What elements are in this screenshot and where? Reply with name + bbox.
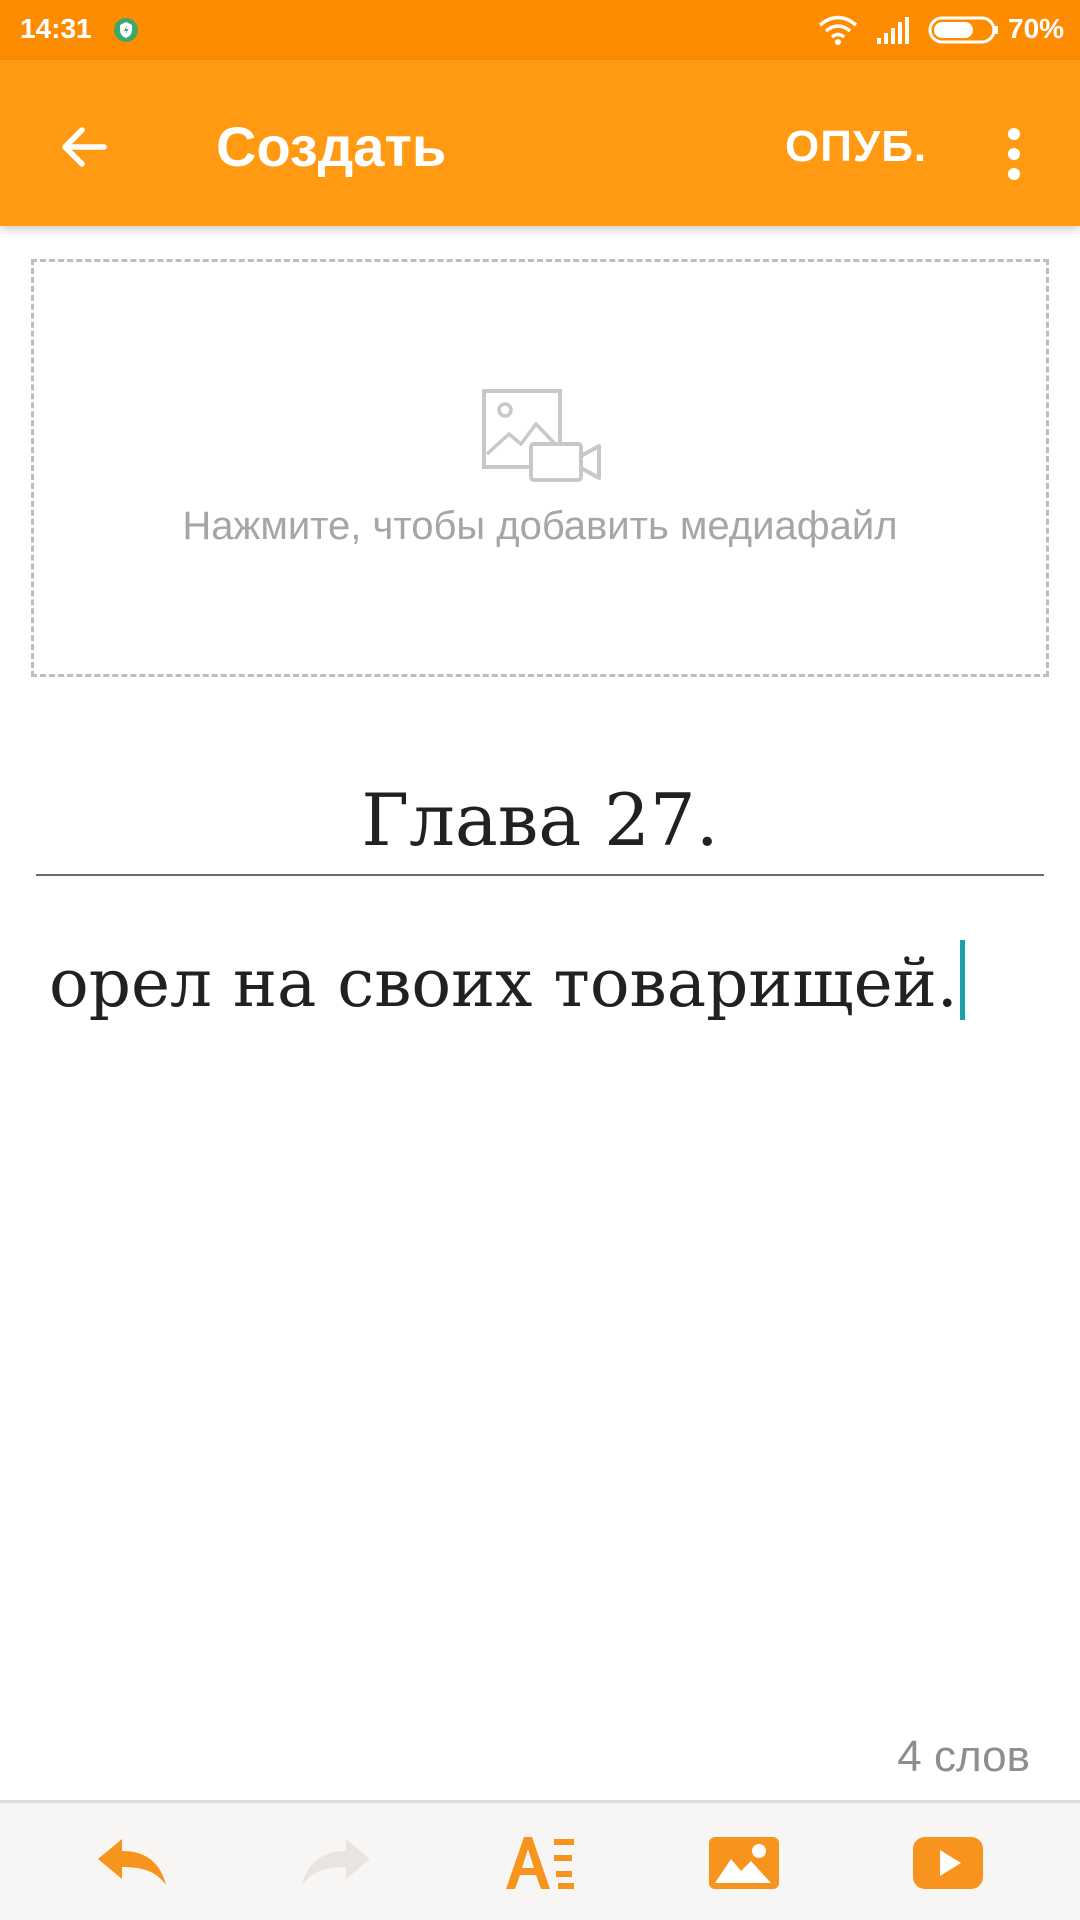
- body-text: орел на своих товарищей.: [49, 945, 958, 1022]
- more-vert-icon: [1008, 128, 1020, 140]
- status-bar: 14:31 70%: [0, 0, 1080, 60]
- insert-video-button[interactable]: [908, 1831, 988, 1895]
- undo-icon: [98, 1839, 166, 1885]
- insert-video-icon: [913, 1837, 983, 1889]
- publish-button[interactable]: ОПУБ.: [785, 122, 927, 172]
- page-title: Создать: [216, 115, 447, 178]
- app-bar: Создать ОПУБ.: [0, 60, 1080, 226]
- back-arrow-icon: [62, 127, 107, 167]
- editor-toolbar: [0, 1800, 1080, 1920]
- status-time: 14:31: [20, 13, 92, 44]
- image-video-icon: [482, 389, 601, 482]
- add-media-hint: Нажмите, чтобы добавить медиафайл: [182, 504, 898, 548]
- insert-image-button[interactable]: [704, 1831, 784, 1895]
- add-media-area[interactable]: Нажмите, чтобы добавить медиафайл: [31, 259, 1049, 677]
- redo-icon: [302, 1839, 370, 1885]
- text-format-button[interactable]: [500, 1831, 580, 1895]
- story-body-editor[interactable]: орел на своих товарищей.: [49, 940, 965, 1022]
- text-format-icon: [506, 1837, 574, 1889]
- back-button[interactable]: [40, 103, 128, 191]
- insert-image-icon: [709, 1837, 779, 1889]
- shield-icon: [114, 18, 138, 42]
- more-options-button[interactable]: [992, 114, 1036, 194]
- battery-percent: 70%: [1008, 13, 1065, 44]
- battery-icon: [928, 16, 998, 44]
- title-underline: [36, 874, 1044, 876]
- signal-icon: [877, 17, 909, 44]
- wifi-icon: [818, 15, 858, 45]
- redo-button[interactable]: [296, 1831, 376, 1895]
- undo-button[interactable]: [92, 1831, 172, 1895]
- text-cursor: [959, 940, 965, 1020]
- chapter-title-input[interactable]: Глава 27.: [36, 778, 1044, 862]
- word-count: 4 слов: [897, 1732, 1030, 1781]
